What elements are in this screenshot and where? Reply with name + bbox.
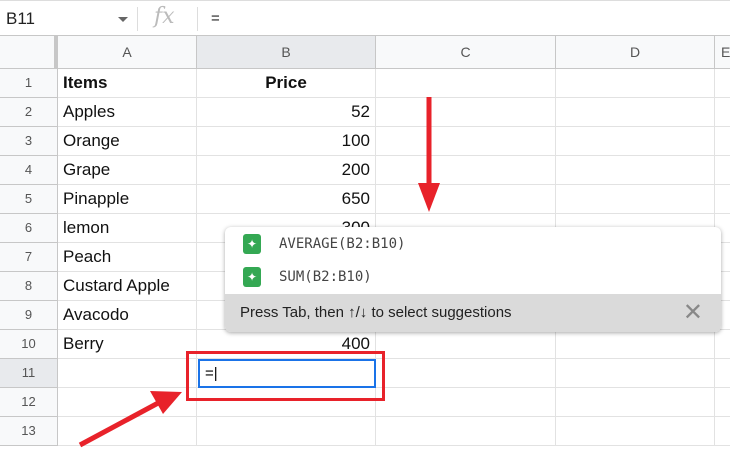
arrow-up-right-icon [78,391,182,448]
annotation-arrows [78,97,440,448]
arrow-down-icon [418,97,440,212]
